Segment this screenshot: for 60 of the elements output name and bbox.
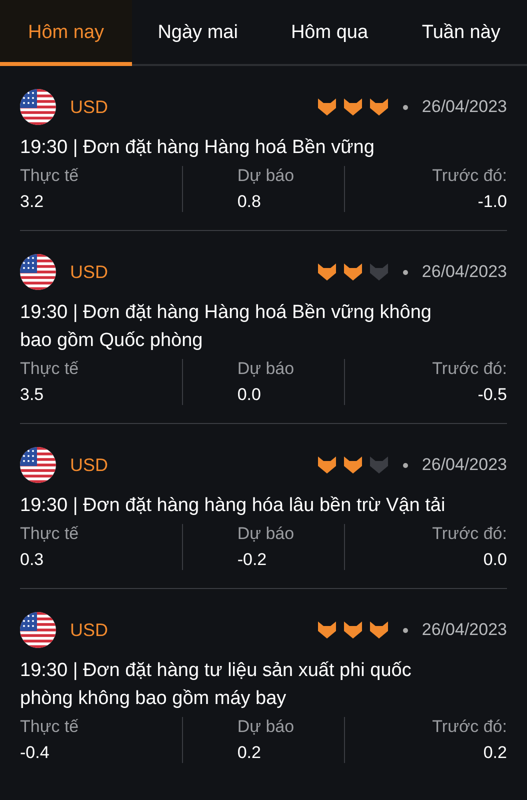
- event-title: 19:30 | Đơn đặt hàng tư liệu sản xuất phi quốc phòng không bao gồm máy bay: [20, 659, 412, 711]
- fox-head-icon: [368, 621, 389, 639]
- stat-value: -1.0: [478, 192, 507, 212]
- stat-value: 0.2: [237, 743, 261, 763]
- tab[interactable]: Ngày mai: [132, 0, 264, 66]
- stat-value: 0.3: [20, 550, 44, 570]
- stat-label: Dự báo: [237, 524, 294, 544]
- us-flag-icon: [20, 254, 56, 290]
- separator-dot: [402, 270, 408, 274]
- fox-head-icon: [316, 456, 337, 474]
- tab[interactable]: Hôm qua: [264, 0, 396, 66]
- stat-label: Dự báo: [237, 359, 294, 379]
- empty-fox-head-icon: [368, 456, 389, 474]
- fox-head-icon: [342, 621, 363, 639]
- stat-label: Trước đó:: [432, 717, 507, 737]
- stat-label: Trước đó:: [432, 524, 507, 544]
- fox-head-icon: [342, 98, 363, 116]
- stat-value: -0.4: [20, 743, 50, 763]
- us-flag-icon: [20, 612, 56, 648]
- stat-value: 0.2: [483, 743, 507, 763]
- stat-value: 0.8: [237, 192, 261, 212]
- stat-label: Dự báo: [237, 717, 294, 737]
- stat-value: 0.0: [237, 385, 261, 405]
- stat-value: -0.5: [478, 385, 507, 405]
- event-date: 26/04/2023: [422, 97, 507, 117]
- stat-label: Trước đó:: [432, 359, 507, 379]
- event-title: 19:30 | Đơn đặt hàng Hàng hoá Bền vững: [20, 136, 376, 160]
- fox-head-icon: [316, 621, 337, 639]
- separator-dot: [402, 104, 408, 110]
- currency-label: USD: [70, 262, 110, 282]
- stat-label: Thực tế: [20, 524, 79, 544]
- empty-fox-head-icon: [368, 263, 389, 281]
- tab[interactable]: Tuần này: [395, 0, 527, 66]
- event-title: 19:30 | Đơn đặt hàng Hàng hoá Bền vững không bao gồm Quốc phòng: [20, 301, 432, 353]
- stat-value: 3.5: [20, 385, 44, 405]
- tab[interactable]: Hôm nay: [0, 0, 132, 66]
- currency-label: USD: [70, 96, 110, 118]
- stat-label: Trước đó:: [432, 166, 507, 186]
- event-title: 19:30 | Đơn đặt hàng hàng hóa lâu bền trừ Vận tải: [20, 494, 446, 518]
- currency-label: USD: [70, 454, 110, 476]
- stat-value: 0.0: [483, 550, 507, 570]
- stat-label: Thực tế: [20, 166, 79, 186]
- stat-label: Dự báo: [237, 166, 294, 186]
- us-flag-icon: [20, 447, 56, 483]
- stat-value: 3.2: [20, 192, 44, 212]
- stat-value: -0.2: [237, 550, 267, 570]
- currency-label: USD: [70, 620, 110, 640]
- fox-head-icon: [368, 98, 389, 116]
- event-date: 26/04/2023: [422, 262, 507, 282]
- separator-dot: [402, 462, 408, 468]
- separator-dot: [402, 628, 408, 632]
- fox-head-icon: [316, 263, 337, 281]
- fox-head-icon: [342, 263, 363, 281]
- event-date: 26/04/2023: [422, 455, 507, 475]
- us-flag-icon: [20, 89, 56, 125]
- stat-label: Thực tế: [20, 717, 79, 737]
- event-date: 26/04/2023: [422, 620, 507, 640]
- fox-head-icon: [316, 98, 337, 116]
- stat-label: Thực tế: [20, 359, 79, 379]
- fox-head-icon: [342, 456, 363, 474]
